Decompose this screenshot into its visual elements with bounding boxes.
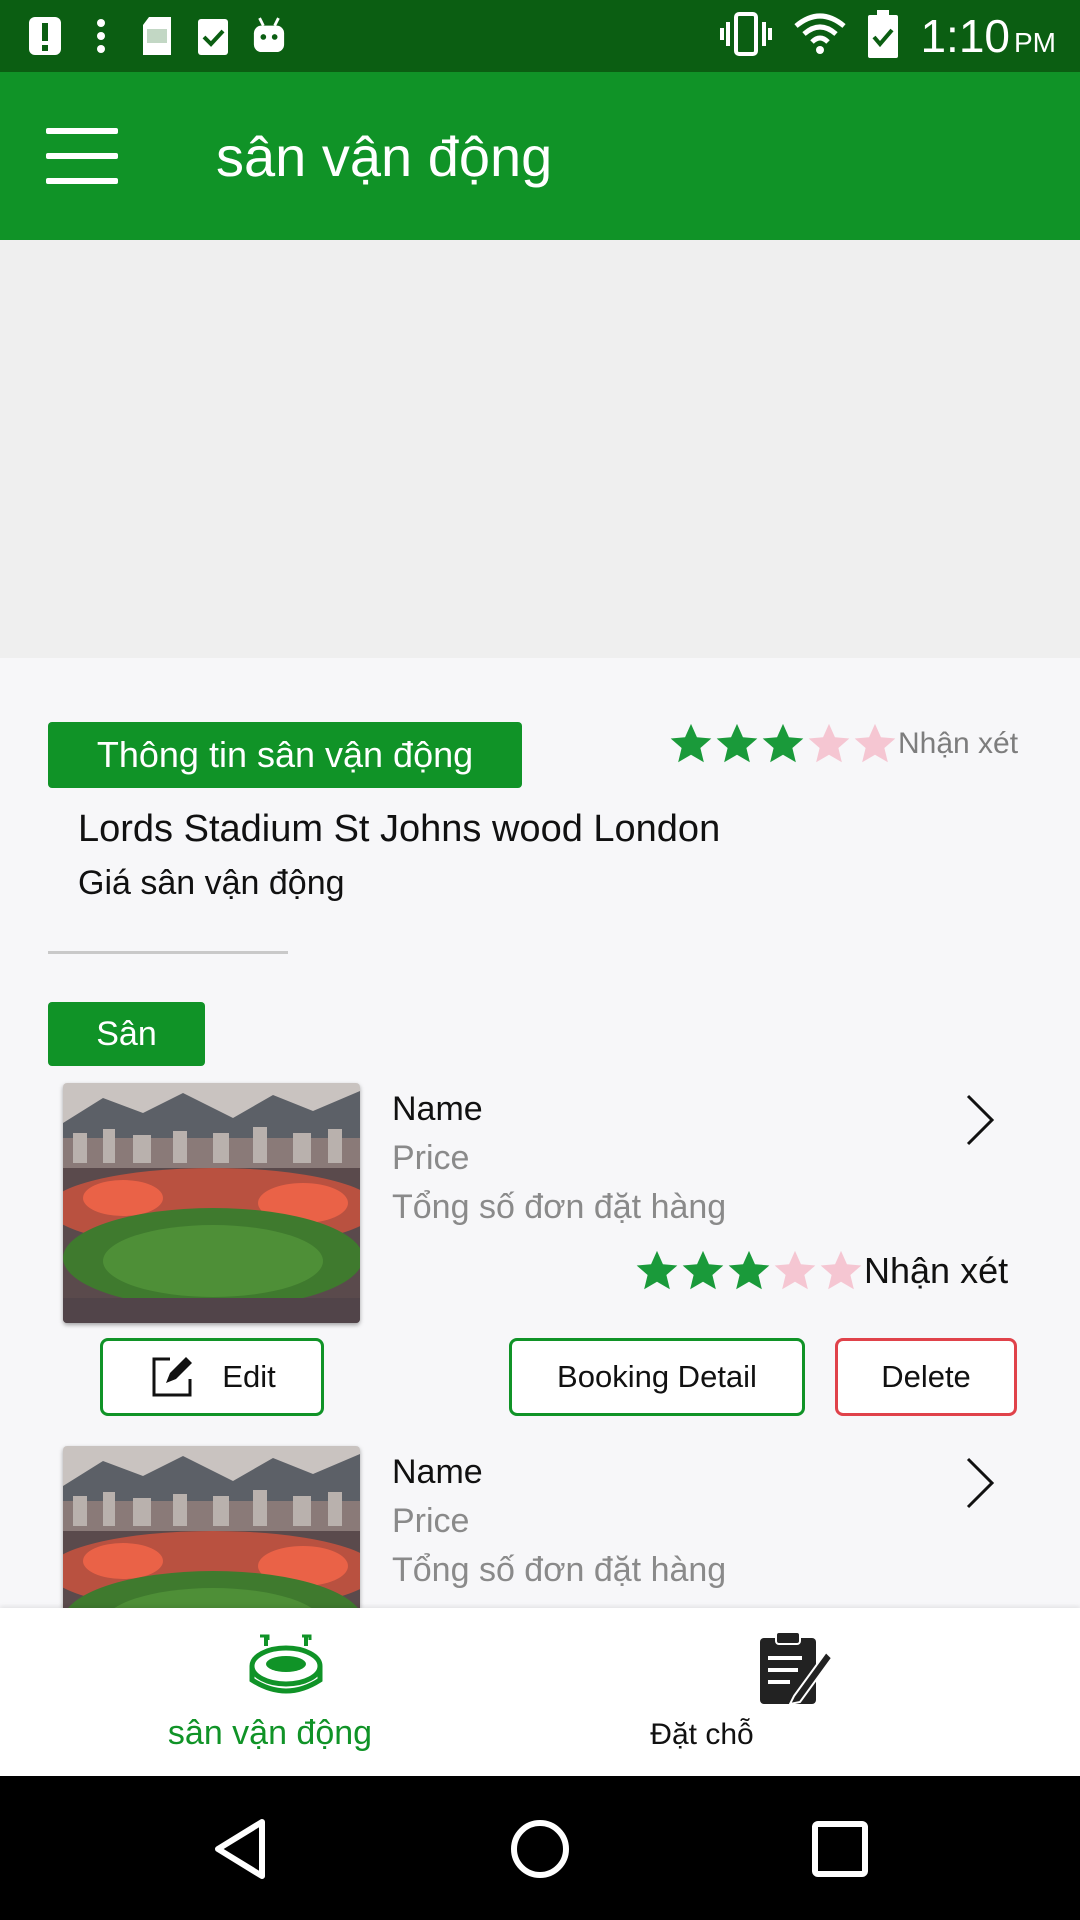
star-filled-icon	[716, 723, 758, 763]
nav-item-booking[interactable]: Đặt chỗ	[540, 1608, 1080, 1776]
field-total-orders: Tổng số đơn đặt hàng	[392, 1188, 727, 1226]
clipboard-check-icon	[196, 14, 230, 58]
field-price: Price	[392, 1502, 470, 1540]
stadium-price: Giá sân vận động	[78, 864, 345, 902]
field-thumbnail[interactable]	[63, 1083, 360, 1323]
field-name: Name	[392, 1453, 483, 1491]
field-name: Name	[392, 1090, 483, 1128]
edit-button[interactable]: Edit	[100, 1338, 324, 1416]
system-navigation-bar	[0, 1776, 1080, 1920]
star-filled-icon	[728, 1250, 770, 1290]
star-empty-icon	[774, 1250, 816, 1290]
star-empty-icon	[808, 723, 850, 763]
field-thumbnail[interactable]	[63, 1446, 360, 1608]
more-vert-icon	[84, 14, 118, 58]
booking-clipboard-icon	[760, 1631, 834, 1706]
edit-label: Edit	[222, 1359, 276, 1394]
star-filled-icon	[762, 723, 804, 763]
review-label: Nhận xét	[864, 1250, 1009, 1291]
app-bar: sân vận động	[0, 72, 1080, 240]
android-icon	[252, 14, 286, 58]
home-icon[interactable]	[505, 1814, 575, 1884]
vibrate-icon	[720, 11, 773, 61]
recents-icon[interactable]	[805, 1814, 875, 1884]
stadium-rating[interactable]: Nhận xét	[668, 720, 1018, 768]
edit-icon	[152, 1357, 193, 1397]
bottom-navigation: sân vận động Đặt chỗ	[0, 1608, 1080, 1776]
chevron-right-icon[interactable]	[960, 1092, 1000, 1148]
field-total-orders: Tổng số đơn đặt hàng	[392, 1551, 727, 1589]
review-label: Nhận xét	[898, 727, 1019, 760]
status-bar: 1:10 PM	[0, 0, 1080, 72]
delete-button[interactable]: Delete	[835, 1338, 1017, 1416]
system-status: 1:10 PM	[720, 8, 1056, 64]
nav-label-booking: Đặt chỗ	[650, 1718, 754, 1751]
star-empty-icon	[854, 723, 896, 763]
banner-area	[0, 240, 1080, 658]
stadium-icon	[249, 1634, 323, 1694]
back-icon[interactable]	[206, 1814, 276, 1884]
fields-section-tag: Sân	[48, 1002, 205, 1066]
star-filled-icon	[682, 1250, 724, 1290]
divider	[48, 951, 288, 954]
field-price: Price	[392, 1139, 470, 1177]
clock: 1:10 PM	[920, 10, 1056, 62]
field-rating[interactable]: Nhận xét	[634, 1246, 1008, 1296]
stadium-info-tag: Thông tin sân vận động	[48, 722, 522, 788]
alert-icon	[28, 14, 62, 58]
page-title: sân vận động	[216, 125, 553, 188]
notification-icons	[28, 14, 286, 58]
wifi-icon	[794, 12, 847, 61]
menu-icon[interactable]	[46, 128, 120, 184]
star-filled-icon	[636, 1250, 678, 1290]
stadium-name: Lords Stadium St Johns wood London	[78, 808, 721, 850]
battery-icon	[868, 9, 899, 63]
sd-card-icon	[140, 14, 174, 58]
star-filled-icon	[670, 723, 712, 763]
chevron-right-icon[interactable]	[960, 1455, 1000, 1511]
booking-detail-button[interactable]: Booking Detail	[509, 1338, 805, 1416]
stadium-photo	[63, 1083, 360, 1323]
star-empty-icon	[820, 1250, 862, 1290]
stadium-photo	[63, 1446, 360, 1608]
